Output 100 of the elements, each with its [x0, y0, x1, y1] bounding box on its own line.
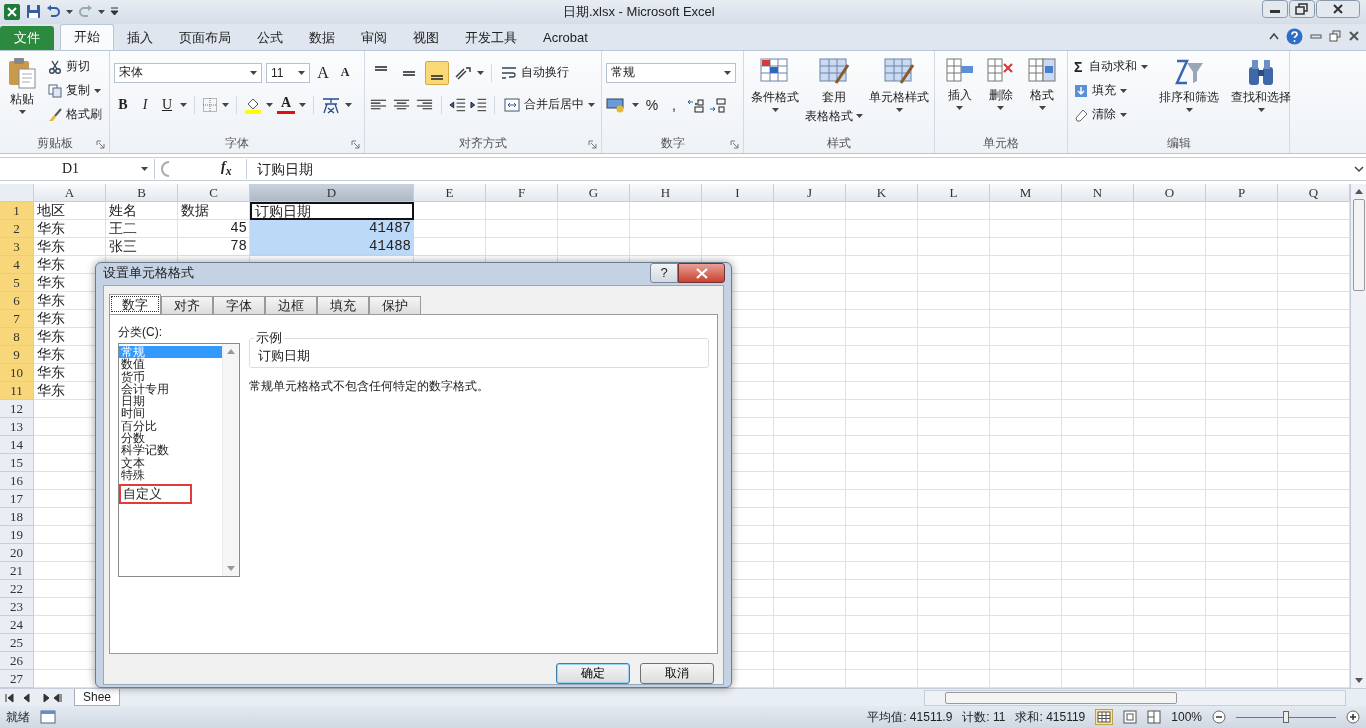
ribbon-tab[interactable]: 审阅 — [348, 25, 400, 50]
ribbon-tab[interactable]: 视图 — [400, 25, 452, 50]
dialog-launcher-icon[interactable] — [730, 140, 739, 149]
close-icon[interactable] — [1316, 0, 1360, 18]
percent-button[interactable]: % — [643, 94, 661, 115]
category-item[interactable]: 时间 — [119, 407, 222, 420]
decrease-indent-icon[interactable] — [448, 96, 466, 113]
column-header[interactable]: J — [774, 183, 846, 202]
ribbon-tab[interactable]: 数据 — [296, 25, 348, 50]
dialog-tab[interactable]: 保护 — [369, 296, 421, 314]
ribbon-tab[interactable]: 开发工具 — [452, 25, 530, 50]
merge-center-button[interactable]: 合并后居中 — [502, 94, 597, 115]
formula-field[interactable]: 订购日期 — [245, 158, 1348, 179]
scroll-thumb[interactable] — [945, 691, 1177, 704]
category-list[interactable]: 常规 数值 货币 会计专用 日期 时间 百分比 分数 科学记数 文本 特殊 自定义 — [118, 343, 240, 577]
horizontal-scrollbar[interactable] — [924, 689, 1346, 706]
find-select-button[interactable]: 查找和选择 — [1228, 54, 1295, 114]
save-icon[interactable] — [26, 4, 41, 20]
column-header[interactable]: L — [918, 183, 990, 202]
collapse-ribbon-icon[interactable] — [1269, 32, 1279, 41]
italic-button[interactable]: I — [136, 94, 154, 115]
page-layout-icon[interactable] — [1123, 710, 1138, 725]
sheet-navigation-icon[interactable] — [4, 692, 64, 703]
clear-button[interactable]: 清除 — [1072, 104, 1151, 125]
font-color-button[interactable]: A — [277, 95, 295, 115]
category-item[interactable]: 货币 — [119, 370, 222, 383]
paste-button[interactable]: 粘贴 — [4, 54, 40, 116]
cut-button[interactable]: 剪切 — [46, 56, 104, 77]
copy-button[interactable]: 复制 — [46, 80, 104, 101]
category-item[interactable]: 数值 — [119, 358, 222, 371]
format-painter-button[interactable]: 格式刷 — [46, 104, 104, 125]
dialog-launcher-icon[interactable] — [96, 140, 105, 149]
column-header[interactable]: M — [990, 183, 1062, 202]
column-header[interactable]: I — [702, 183, 774, 202]
column-header[interactable]: Q — [1278, 183, 1350, 202]
increase-indent-icon[interactable] — [470, 96, 488, 113]
number-format-field[interactable]: 常规 — [606, 62, 736, 83]
category-item[interactable]: 分数 — [119, 432, 222, 445]
zoom-in-icon[interactable] — [1346, 710, 1360, 725]
column-header[interactable]: K — [846, 183, 918, 202]
scroll-thumb[interactable] — [1352, 198, 1365, 291]
restore-icon[interactable] — [1289, 0, 1315, 18]
column-header[interactable]: D — [250, 183, 414, 202]
vertical-align-icon[interactable] — [425, 60, 449, 85]
cells-button[interactable]: 格式 — [1024, 54, 1061, 112]
category-item[interactable]: 特殊 — [119, 468, 222, 482]
name-box[interactable]: D1 — [0, 158, 155, 179]
increase-decimal-icon[interactable] — [687, 96, 705, 113]
dialog-tab[interactable]: 数字 — [109, 294, 161, 314]
column-header[interactable]: E — [414, 183, 486, 202]
dialog-button[interactable]: 取消 — [640, 663, 714, 684]
customize-toolbar-icon[interactable] — [110, 7, 119, 17]
dialog-button[interactable]: 确定 — [556, 663, 630, 684]
page-break-icon[interactable] — [1147, 710, 1162, 725]
style-button[interactable]: 单元格样式 — [866, 54, 932, 114]
dialog-tab[interactable]: 字体 — [213, 296, 265, 314]
ribbon-tab[interactable]: 开始 — [60, 23, 114, 50]
column-header[interactable]: O — [1134, 183, 1206, 202]
sheet-tab[interactable]: Shee — [74, 689, 121, 706]
restore-icon[interactable] — [1329, 30, 1341, 43]
zoom-out-icon[interactable] — [1212, 710, 1226, 725]
cells-button[interactable]: 插入 — [941, 54, 978, 112]
phonetic-guide-icon[interactable] — [321, 95, 341, 114]
minimize-icon[interactable] — [1262, 0, 1288, 18]
column-header[interactable]: P — [1206, 183, 1278, 202]
fill-button[interactable]: 填充 — [1072, 80, 1151, 101]
close-icon[interactable] — [1348, 30, 1360, 43]
close-button[interactable] — [678, 263, 725, 283]
grow-font-button[interactable]: A — [314, 63, 332, 82]
undo-icon[interactable] — [46, 4, 61, 20]
sort-filter-button[interactable]: 排序和筛选 — [1156, 54, 1223, 114]
help-icon[interactable] — [1286, 27, 1303, 45]
underline-button[interactable]: U — [158, 94, 176, 115]
column-header[interactable]: A — [34, 183, 106, 202]
column-header[interactable]: N — [1062, 183, 1134, 202]
category-item[interactable]: 自定义 — [119, 484, 192, 505]
cells-button[interactable]: 删除 — [983, 54, 1019, 112]
dialog-tab[interactable]: 边框 — [265, 296, 317, 314]
dialog-launcher-icon[interactable] — [351, 140, 360, 149]
column-header[interactable]: C — [178, 183, 250, 202]
category-item[interactable]: 会计专用 — [119, 382, 222, 396]
style-button[interactable]: 条件格式 — [748, 54, 802, 114]
macro-record-icon[interactable] — [40, 710, 56, 725]
style-button[interactable]: 套用 表格格式 — [802, 54, 866, 127]
help-button[interactable]: ? — [650, 263, 678, 283]
column-header[interactable]: G — [558, 183, 630, 202]
insert-function-button[interactable]: f$_{x}$ — [177, 159, 242, 179]
autosum-button[interactable]: Σ 自动求和 — [1072, 56, 1151, 77]
decrease-decimal-icon[interactable] — [709, 96, 727, 113]
scroll-down-icon[interactable] — [1353, 676, 1364, 685]
ribbon-tab[interactable]: 文件 — [0, 25, 54, 50]
dialog-launcher-icon[interactable] — [588, 140, 597, 149]
ribbon-tab[interactable]: 插入 — [114, 25, 166, 50]
font-size-field[interactable]: 11 — [266, 62, 310, 83]
bold-button[interactable]: B — [114, 94, 132, 115]
column-header[interactable]: H — [630, 183, 702, 202]
normal-view-icon[interactable] — [1095, 709, 1114, 726]
wrap-text-button[interactable]: 自动换行 — [499, 62, 571, 83]
font-name-field[interactable]: 宋体 — [114, 62, 262, 83]
ribbon-tab[interactable]: Acrobat — [530, 25, 601, 50]
